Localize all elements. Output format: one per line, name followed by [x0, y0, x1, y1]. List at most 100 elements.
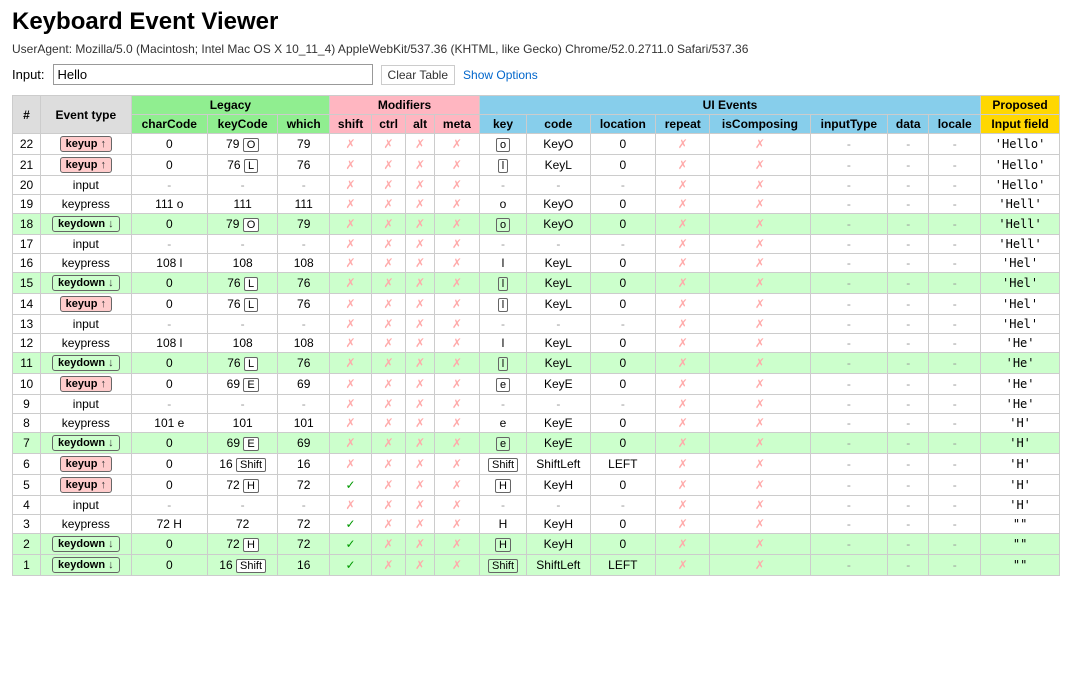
cell: ✗: [710, 496, 810, 515]
cell: 11: [13, 353, 41, 374]
cell: -: [888, 414, 929, 433]
cell: ✗: [330, 454, 372, 475]
cell: -: [810, 395, 888, 414]
cell: 108: [278, 254, 330, 273]
cell-keycode: -: [208, 496, 278, 515]
cell: ✗: [710, 334, 810, 353]
cell: ✗: [656, 475, 710, 496]
cell: ✗: [656, 395, 710, 414]
cell-eventtype: keydown ↓: [41, 534, 132, 555]
cell-eventtype: keydown ↓: [41, 555, 132, 576]
cell: -: [278, 496, 330, 515]
table-row: 20input---✗✗✗✗---✗✗---'Hello': [13, 176, 1060, 195]
cell: 22: [13, 134, 41, 155]
cell: ✗: [330, 155, 372, 176]
cell: ✗: [330, 496, 372, 515]
cell: ✗: [330, 214, 372, 235]
cell-keycode: -: [208, 395, 278, 414]
cell: -: [590, 235, 656, 254]
cell: ✗: [656, 176, 710, 195]
cell: ✗: [710, 273, 810, 294]
cell: ✗: [371, 395, 405, 414]
cell: -: [929, 534, 981, 555]
col-num: #: [13, 96, 41, 134]
cell: ✗: [406, 235, 435, 254]
cell: ✗: [406, 414, 435, 433]
cell: KeyE: [527, 414, 590, 433]
cell-inputfield: 'H': [981, 496, 1060, 515]
cell: -: [929, 374, 981, 395]
cell: ✗: [406, 515, 435, 534]
cell: 0: [131, 214, 207, 235]
cell-key: H: [479, 515, 526, 534]
keycode-badge: L: [244, 298, 258, 312]
cell: ✗: [434, 534, 479, 555]
cell: -: [810, 315, 888, 334]
cell: ✗: [434, 294, 479, 315]
cell-eventtype: keyup ↑: [41, 374, 132, 395]
clear-table-button[interactable]: Clear Table: [381, 65, 455, 85]
cell-key: l: [479, 334, 526, 353]
cell-inputfield: 'H': [981, 475, 1060, 496]
cell: -: [929, 334, 981, 353]
cell: ✗: [371, 515, 405, 534]
cell-inputfield: 'He': [981, 353, 1060, 374]
cell: -: [590, 395, 656, 414]
cell: -: [590, 496, 656, 515]
cell: LEFT: [590, 555, 656, 576]
cell: KeyH: [527, 475, 590, 496]
cell: -: [810, 454, 888, 475]
cell-key: Shift: [479, 454, 526, 475]
cell: KeyE: [527, 374, 590, 395]
cell: ✗: [710, 374, 810, 395]
cell: KeyL: [527, 155, 590, 176]
cell: 69: [278, 433, 330, 454]
cell: 0: [590, 433, 656, 454]
show-options-link[interactable]: Show Options: [463, 68, 538, 82]
cell: 21: [13, 155, 41, 176]
cell: ✗: [371, 273, 405, 294]
useragent-text: UserAgent: Mozilla/5.0 (Macintosh; Intel…: [12, 42, 1060, 56]
cell: KeyH: [527, 534, 590, 555]
cell: -: [527, 176, 590, 195]
sh-location: location: [590, 115, 656, 134]
cell: -: [888, 555, 929, 576]
cell: 72 H: [131, 515, 207, 534]
cell: ✗: [406, 254, 435, 273]
cell-keycode: 76 L: [208, 353, 278, 374]
cell: ✗: [656, 534, 710, 555]
text-input[interactable]: [53, 64, 373, 85]
cell: -: [278, 395, 330, 414]
cell: ✗: [434, 254, 479, 273]
group-proposed: Proposed: [981, 96, 1060, 115]
cell-inputfield: 'H': [981, 414, 1060, 433]
cell: 18: [13, 214, 41, 235]
cell: ✗: [406, 353, 435, 374]
cell-eventtype: keypress: [41, 195, 132, 214]
cell-eventtype: input: [41, 176, 132, 195]
cell-eventtype: keyup ↑: [41, 475, 132, 496]
cell: 20: [13, 176, 41, 195]
keyup-badge: keyup ↑: [60, 456, 112, 472]
cell: -: [527, 395, 590, 414]
cell: ✗: [406, 433, 435, 454]
col-eventtype: Event type: [41, 96, 132, 134]
cell: ✗: [710, 433, 810, 454]
cell-inputfield: 'Hello': [981, 176, 1060, 195]
cell: ✗: [434, 475, 479, 496]
keydown-badge: keydown ↓: [52, 275, 120, 291]
cell-keycode: 72: [208, 515, 278, 534]
cell-inputfield: "": [981, 534, 1060, 555]
keycode-badge: L: [244, 277, 258, 291]
cell-key: e: [479, 433, 526, 454]
cell: ✗: [406, 214, 435, 235]
cell: ✗: [434, 334, 479, 353]
cell: KeyH: [527, 515, 590, 534]
cell: 17: [13, 235, 41, 254]
cell-inputfield: 'Hell': [981, 195, 1060, 214]
cell: 0: [131, 555, 207, 576]
cell: 0: [590, 414, 656, 433]
cell: 0: [131, 353, 207, 374]
cell: -: [810, 273, 888, 294]
cell: ✗: [656, 195, 710, 214]
